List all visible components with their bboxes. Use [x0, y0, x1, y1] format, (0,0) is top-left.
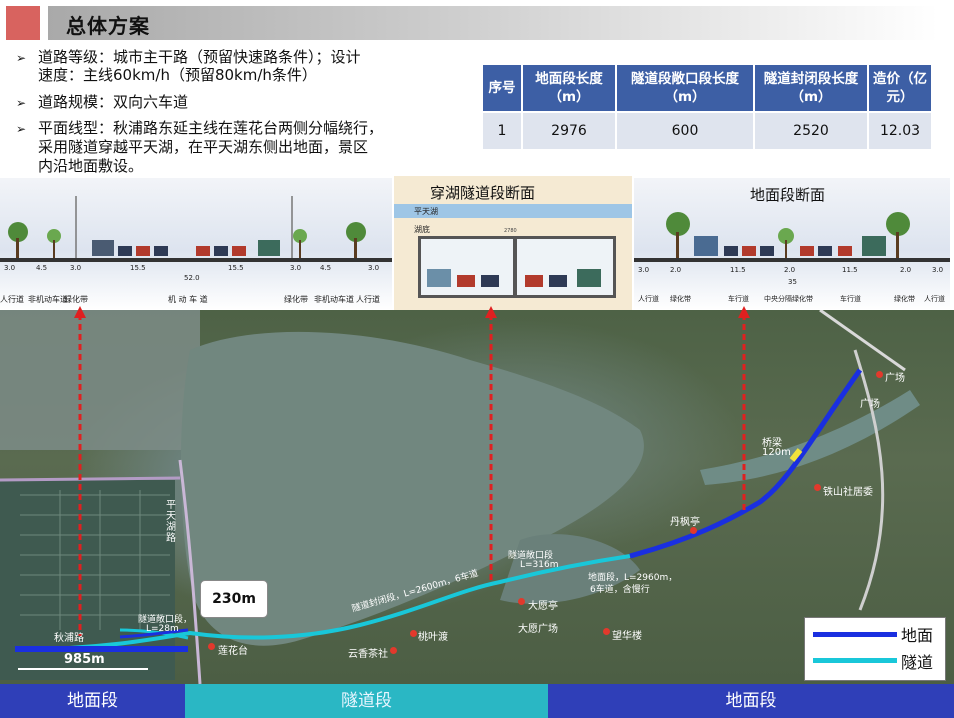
bullet-alignment: ➢ 平面线型：秋浦路东延主线在莲花台两侧分幅绕行， [16, 119, 383, 139]
bullet-text: 内沿地面敷设。 [38, 157, 144, 175]
bus-icon [577, 269, 601, 287]
bullet-text: 速度：主线60km/h（预留80km/h条件） [38, 66, 317, 84]
bullet-text: 平面线型：秋浦路东延主线在莲花台两侧分幅绕行， [38, 119, 384, 137]
bullet-text: 道路等级：城市主干路（预留快速路条件）；设计 [38, 48, 361, 66]
dim-label: 3.0 [932, 266, 944, 274]
cross-section-right-drawing [634, 212, 950, 262]
tunnel-divider [513, 239, 517, 295]
band-ground-west: 地面段 [0, 684, 185, 718]
cross-section-tunnel: 穿湖隧道段断面 平天湖 湖底 2780 [394, 176, 632, 310]
dim-label: 3.0 [638, 266, 650, 274]
dim-label: 2.0 [670, 266, 682, 274]
cell-cost: 12.03 [869, 113, 931, 149]
legend-ground-label: 地面 [901, 626, 934, 645]
cross-section-left-drawing [0, 196, 392, 262]
bullet-text: 采用隧道穿越平天湖，在平天湖东侧出地面，景区 [38, 138, 369, 156]
dim-label: 3.0 [368, 264, 380, 272]
bus-icon [427, 269, 451, 287]
table-header-row: 序号 地面段长度（m） 隧道段敞口段长度（m） 隧道封闭段长度（m） 造价（亿元… [483, 65, 931, 111]
band-tunnel: 隧道段 [185, 684, 548, 718]
car-icon [481, 275, 499, 287]
dim-label: 15.5 [228, 264, 244, 272]
col-header-cost: 造价（亿元） [869, 65, 931, 111]
dim-label: 11.5 [730, 266, 746, 274]
section-pointer-lines [74, 306, 750, 636]
lake-label: 平天湖 [414, 207, 438, 216]
dim-label: 3.0 [4, 264, 16, 272]
header-accent-block [6, 6, 40, 40]
bullet-alignment-cont2: 内沿地面敷设。 [38, 157, 143, 176]
arrow-bullet-icon: ➢ [16, 51, 27, 65]
bullet-text: 道路规模：双向六车道 [38, 93, 189, 111]
map-legend: 地面 隧道 [804, 617, 946, 681]
dim-label: 15.5 [130, 264, 146, 272]
legend-tunnel-swatch [813, 658, 897, 663]
table-row: 1 2976 600 2520 12.03 [483, 113, 931, 149]
tunnel-section-title: 穿湖隧道段断面 [430, 184, 536, 202]
dim-total-label: 52.0 [184, 274, 200, 282]
roadside-trees [8, 222, 366, 258]
car-icon [525, 275, 543, 287]
car-icon [457, 275, 475, 287]
page-title: 总体方案 [66, 14, 150, 38]
dim-label: 2.0 [784, 266, 796, 274]
dim-label: 4.5 [320, 264, 332, 272]
header-bar: 总体方案 [0, 2, 954, 42]
cross-section-right: 地面段断面 3.0 2.0 11.5 2.0 11.5 2.0 3.0 35 人… [634, 178, 950, 310]
dim-label: 3.0 [290, 264, 302, 272]
dim-label: 4.5 [36, 264, 48, 272]
arrow-bullet-icon: ➢ [16, 96, 27, 110]
col-header-index: 序号 [483, 65, 521, 111]
segment-band: 地面段 隧道段 地面段 [0, 684, 954, 718]
bullet-road-scale: ➢ 道路规模：双向六车道 [16, 93, 188, 113]
legend-ground-swatch [813, 632, 897, 637]
col-header-ground-length: 地面段长度（m） [523, 65, 615, 111]
bullet-road-grade: ➢ 道路等级：城市主干路（预留快速路条件）；设计 [16, 48, 361, 68]
cross-section-left: 3.0 4.5 3.0 15.5 15.5 3.0 4.5 3.0 52.0 人… [0, 178, 392, 310]
dim-label: 11.5 [842, 266, 858, 274]
dim-total-label: 35 [788, 278, 797, 286]
header-gradient-band [48, 6, 938, 40]
legend-tunnel-label: 隧道 [901, 653, 934, 672]
col-header-closed-length: 隧道封闭段长度（m） [755, 65, 867, 111]
arrow-bullet-icon: ➢ [16, 122, 27, 136]
car-icon [549, 275, 567, 287]
cell-open-length: 600 [617, 113, 753, 149]
cell-ground-length: 2976 [523, 113, 615, 149]
dim-label: 3.0 [70, 264, 82, 272]
bullet-road-grade-cont: 速度：主线60km/h（预留80km/h条件） [38, 66, 317, 85]
lakebed-label: 湖底 [414, 225, 430, 234]
tunnel-box [418, 236, 616, 298]
band-ground-east: 地面段 [548, 684, 954, 718]
col-header-open-length: 隧道段敞口段长度（m） [617, 65, 753, 111]
cell-index: 1 [483, 113, 521, 149]
bullet-alignment-cont: 采用隧道穿越平天湖，在平天湖东侧出地面，景区 [38, 138, 368, 157]
cost-table: 序号 地面段长度（m） 隧道段敞口段长度（m） 隧道封闭段长度（m） 造价（亿元… [481, 63, 933, 151]
dim-label: 2.0 [900, 266, 912, 274]
dim-985-line [18, 668, 148, 670]
cell-closed-length: 2520 [755, 113, 867, 149]
vehicles [92, 240, 280, 256]
tunnel-width-label: 2780 [504, 228, 517, 234]
